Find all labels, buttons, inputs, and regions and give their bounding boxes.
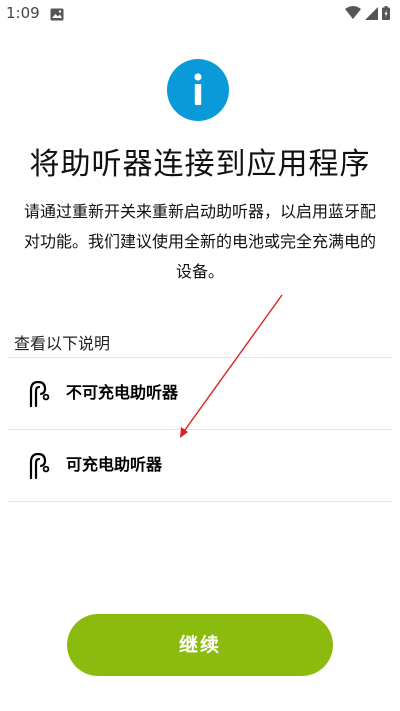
list-item-label: 可充电助听器 [66,455,163,474]
divider [8,501,392,502]
status-icons [345,5,390,24]
status-time: 1:09 [6,4,40,22]
gallery-icon [50,6,64,25]
instructions-label: 查看以下说明 [14,334,111,353]
page-description: 请通过重新开关来重新启动助听器，以启用蓝牙配对功能。我们建议使用全新的电池或完全… [23,202,376,281]
status-bar: 1:09 [0,0,400,28]
wifi-icon [345,5,361,24]
battery-charging-icon [382,5,390,24]
list-item-non-rechargeable[interactable]: 不可充电助听器 [8,358,392,428]
hearing-aid-icon [25,380,51,412]
page-title: 将助听器连接到应用程序 [29,147,371,182]
info-icon [167,59,229,121]
list-item-label: 不可充电助听器 [66,383,179,402]
list-item-rechargeable[interactable]: 可充电助听器 [8,430,392,500]
hearing-aid-icon [25,452,51,484]
continue-button[interactable]: 继续 [67,614,333,676]
signal-icon [365,5,378,24]
